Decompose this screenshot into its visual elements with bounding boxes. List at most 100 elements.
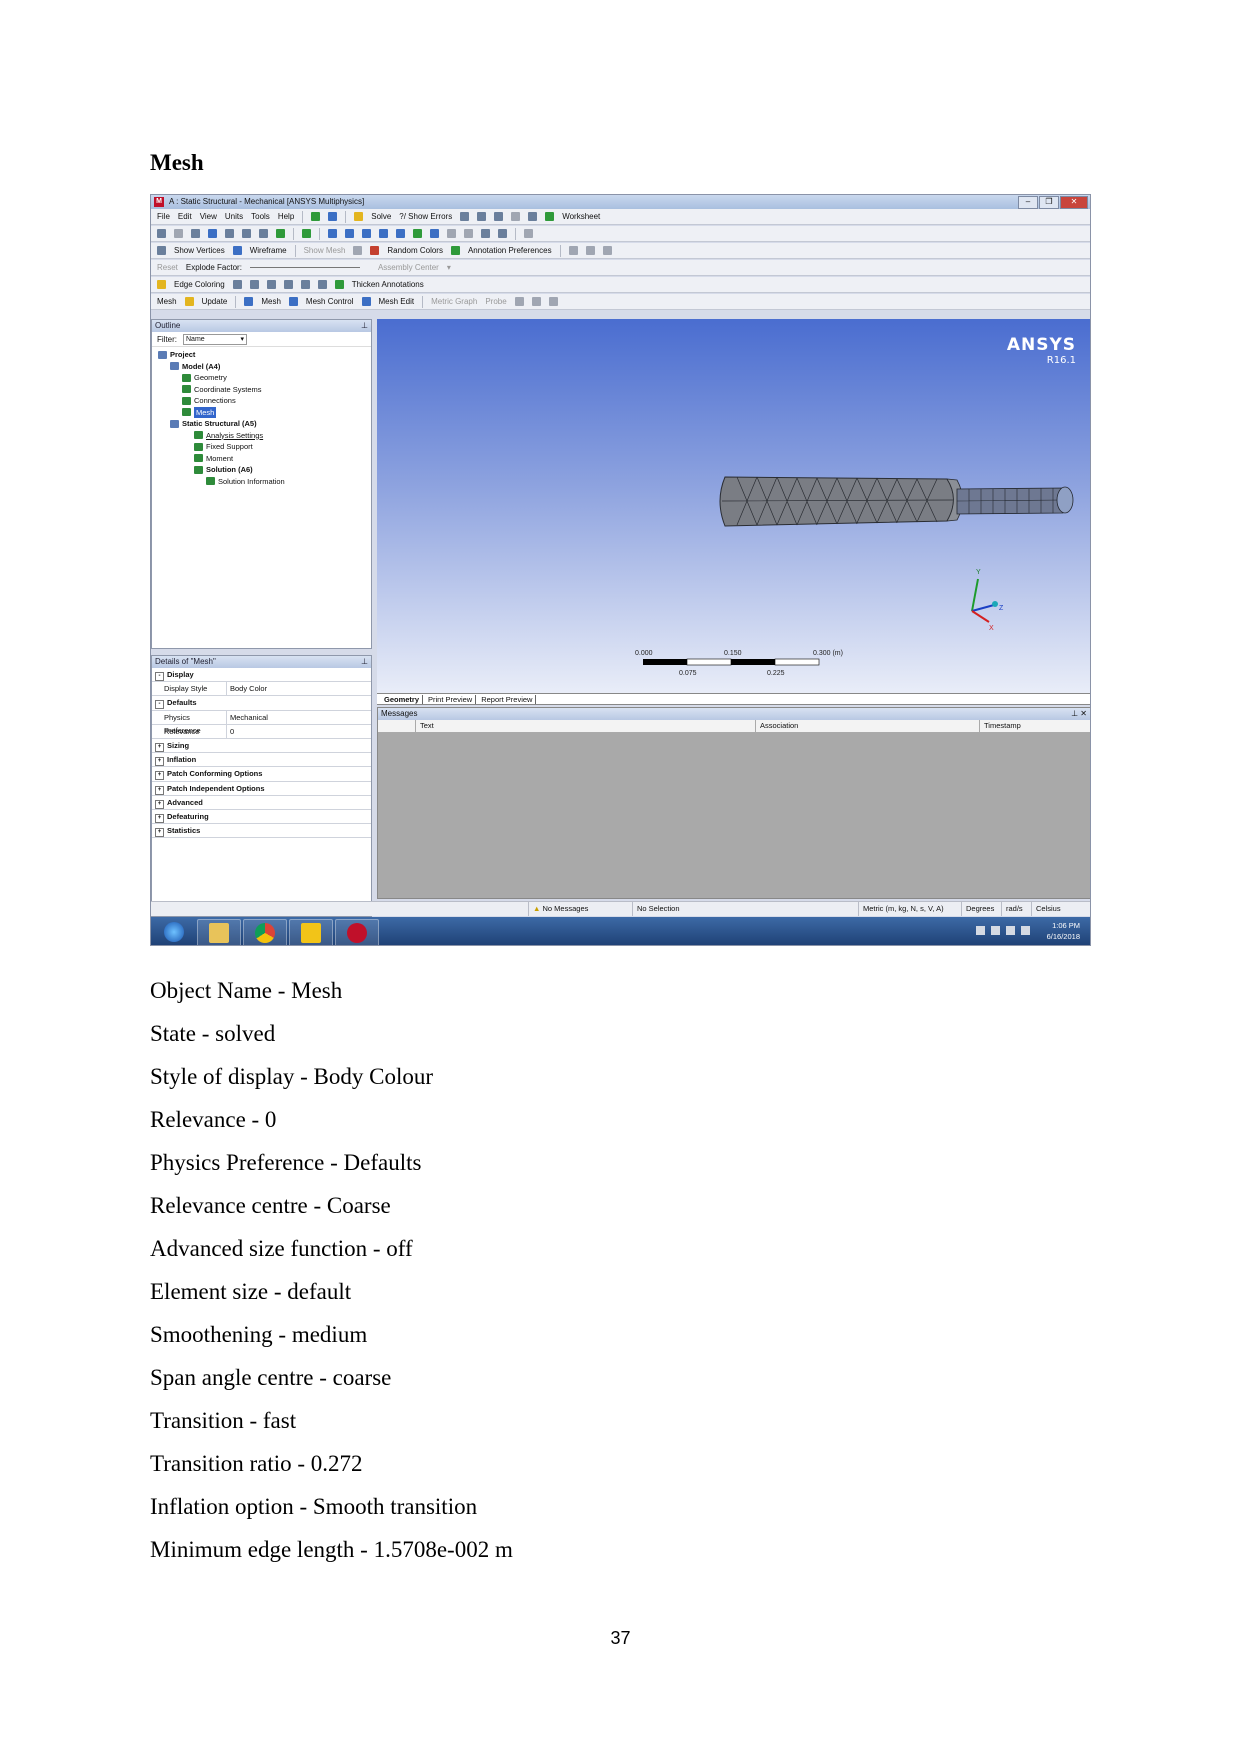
probe-button[interactable]: Probe [485, 297, 506, 306]
details-property-value[interactable]: 0 [227, 725, 234, 738]
col-association[interactable]: Association [756, 720, 980, 732]
edge-icon[interactable] [242, 229, 251, 238]
select-icon[interactable] [174, 229, 183, 238]
pin-icon[interactable]: ⊥ [361, 320, 368, 332]
tree-item[interactable]: Geometry [152, 372, 371, 384]
toolbar-icon[interactable] [460, 212, 470, 221]
tree-item[interactable]: Solution (A6) [152, 464, 371, 476]
worksheet-button[interactable]: Worksheet [562, 212, 600, 221]
expand-icon[interactable]: + [155, 785, 164, 795]
minimize-button[interactable]: – [1018, 196, 1038, 209]
magnifier-icon[interactable] [413, 229, 422, 238]
status-units[interactable]: Metric (m, kg, N, s, V, A) [859, 902, 962, 916]
graphics-viewport[interactable]: ANSYS R16.1 Y Z X 0.000 0.150 0.300 (m) … [377, 319, 1090, 693]
axis-icon[interactable] [602, 246, 612, 255]
filter-select[interactable]: Name ▾ [183, 333, 247, 345]
volume-icon[interactable] [1021, 926, 1030, 935]
tag-icon[interactable] [498, 229, 507, 238]
select-icon[interactable] [191, 229, 200, 238]
edge-coloring-button[interactable]: Edge Coloring [174, 280, 225, 289]
clock[interactable]: 1:06 PM 6/16/2018 [1047, 920, 1080, 942]
start-button[interactable] [153, 919, 195, 945]
edge-display-icon[interactable] [249, 280, 259, 289]
mesh-dropdown[interactable]: Mesh [261, 297, 281, 306]
menu-view[interactable]: View [200, 212, 217, 221]
toolbar-icon[interactable] [514, 297, 524, 306]
details-group[interactable]: - Defaults [152, 696, 371, 711]
taskbar-ansys-workbench[interactable] [289, 919, 333, 945]
pin-icon[interactable]: ⊥ [361, 656, 368, 668]
body-icon[interactable] [276, 229, 285, 238]
menu-file[interactable]: File [157, 212, 170, 221]
graph-icon[interactable] [328, 212, 338, 221]
mesh-control-dropdown[interactable]: Mesh Control [306, 297, 354, 306]
toolbar-icon[interactable] [545, 212, 555, 221]
edge-display-icon[interactable] [266, 280, 276, 289]
check-icon[interactable] [311, 212, 321, 221]
axis-icon[interactable] [568, 246, 578, 255]
assembly-center-dropdown[interactable]: Assembly Center [378, 263, 439, 272]
pan-icon[interactable] [345, 229, 354, 238]
face-icon[interactable] [259, 229, 268, 238]
taskbar-chrome[interactable] [243, 919, 287, 945]
tray-icon[interactable] [976, 926, 985, 935]
random-colors-button[interactable]: Random Colors [387, 246, 443, 255]
extend-icon[interactable] [302, 229, 311, 238]
toolbar-icon[interactable] [528, 212, 538, 221]
update-button[interactable]: Update [202, 297, 228, 306]
sphere-icon[interactable] [548, 297, 558, 306]
rotate-icon[interactable] [328, 229, 337, 238]
toolbar-icon[interactable] [494, 212, 504, 221]
tree-item[interactable]: Static Structural (A5) [152, 418, 371, 430]
expand-icon[interactable]: + [155, 813, 164, 823]
metric-graph-button[interactable]: Metric Graph [431, 297, 477, 306]
details-row[interactable]: Physics Preference Mechanical [152, 710, 371, 735]
tree-item[interactable]: Coordinate Systems [152, 384, 371, 396]
collapse-icon[interactable]: - [155, 672, 164, 681]
tab-geometry[interactable]: Geometry [381, 694, 424, 704]
thicken-annotations-button[interactable]: Thicken Annotations [352, 280, 424, 289]
select-mode-icon[interactable] [208, 229, 217, 238]
close-button[interactable]: ✕ [1060, 196, 1088, 209]
tree-item[interactable]: Moment [152, 453, 371, 465]
col-timestamp[interactable]: Timestamp [980, 720, 1090, 732]
status-temp[interactable]: Celsius [1032, 902, 1088, 916]
expand-icon[interactable]: + [155, 771, 164, 781]
tree-item[interactable]: Model (A4) [152, 361, 371, 373]
network-icon[interactable] [1006, 926, 1015, 935]
expand-icon[interactable]: + [155, 742, 164, 752]
tree-item[interactable]: Mesh [152, 406, 371, 418]
show-mesh-button[interactable]: Show Mesh [304, 246, 346, 255]
taskbar-mechanical[interactable] [335, 919, 379, 945]
tree-item[interactable]: Fixed Support [152, 441, 371, 453]
tree-item[interactable]: Project [152, 349, 371, 361]
col-text[interactable]: Text [416, 720, 756, 732]
zoom-fit-icon[interactable] [396, 229, 405, 238]
mesh-edit-dropdown[interactable]: Mesh Edit [379, 297, 415, 306]
tree-item[interactable]: Analysis Settings [152, 430, 371, 442]
status-angle[interactable]: Degrees [962, 902, 1002, 916]
details-group[interactable]: + Patch Conforming Options [152, 767, 371, 782]
menu-help[interactable]: Help [278, 212, 294, 221]
pin-icon[interactable] [317, 280, 327, 289]
toolbar-icon[interactable] [531, 297, 541, 306]
menu-edit[interactable]: Edit [178, 212, 192, 221]
explode-slider[interactable] [249, 267, 360, 268]
cut-icon[interactable] [353, 246, 363, 255]
details-property-value[interactable]: Mechanical [227, 711, 268, 724]
menu-units[interactable]: Units [225, 212, 243, 221]
magnifier-window-icon[interactable] [430, 229, 439, 238]
toolbar-icon[interactable] [511, 212, 521, 221]
details-group[interactable]: + Defeaturing [152, 810, 371, 825]
tab-report-preview[interactable]: Report Preview [478, 694, 537, 704]
zoom-icon[interactable] [362, 229, 371, 238]
axis-icon[interactable] [585, 246, 595, 255]
tab-print-preview[interactable]: Print Preview [425, 694, 477, 704]
previous-view-icon[interactable] [447, 229, 456, 238]
isometric-icon[interactable] [481, 229, 490, 238]
vertex-icon[interactable] [225, 229, 234, 238]
select-icon[interactable] [157, 229, 166, 238]
details-group[interactable]: - Display [152, 668, 371, 683]
details-group[interactable]: + Advanced [152, 796, 371, 810]
details-group[interactable]: + Sizing [152, 739, 371, 754]
